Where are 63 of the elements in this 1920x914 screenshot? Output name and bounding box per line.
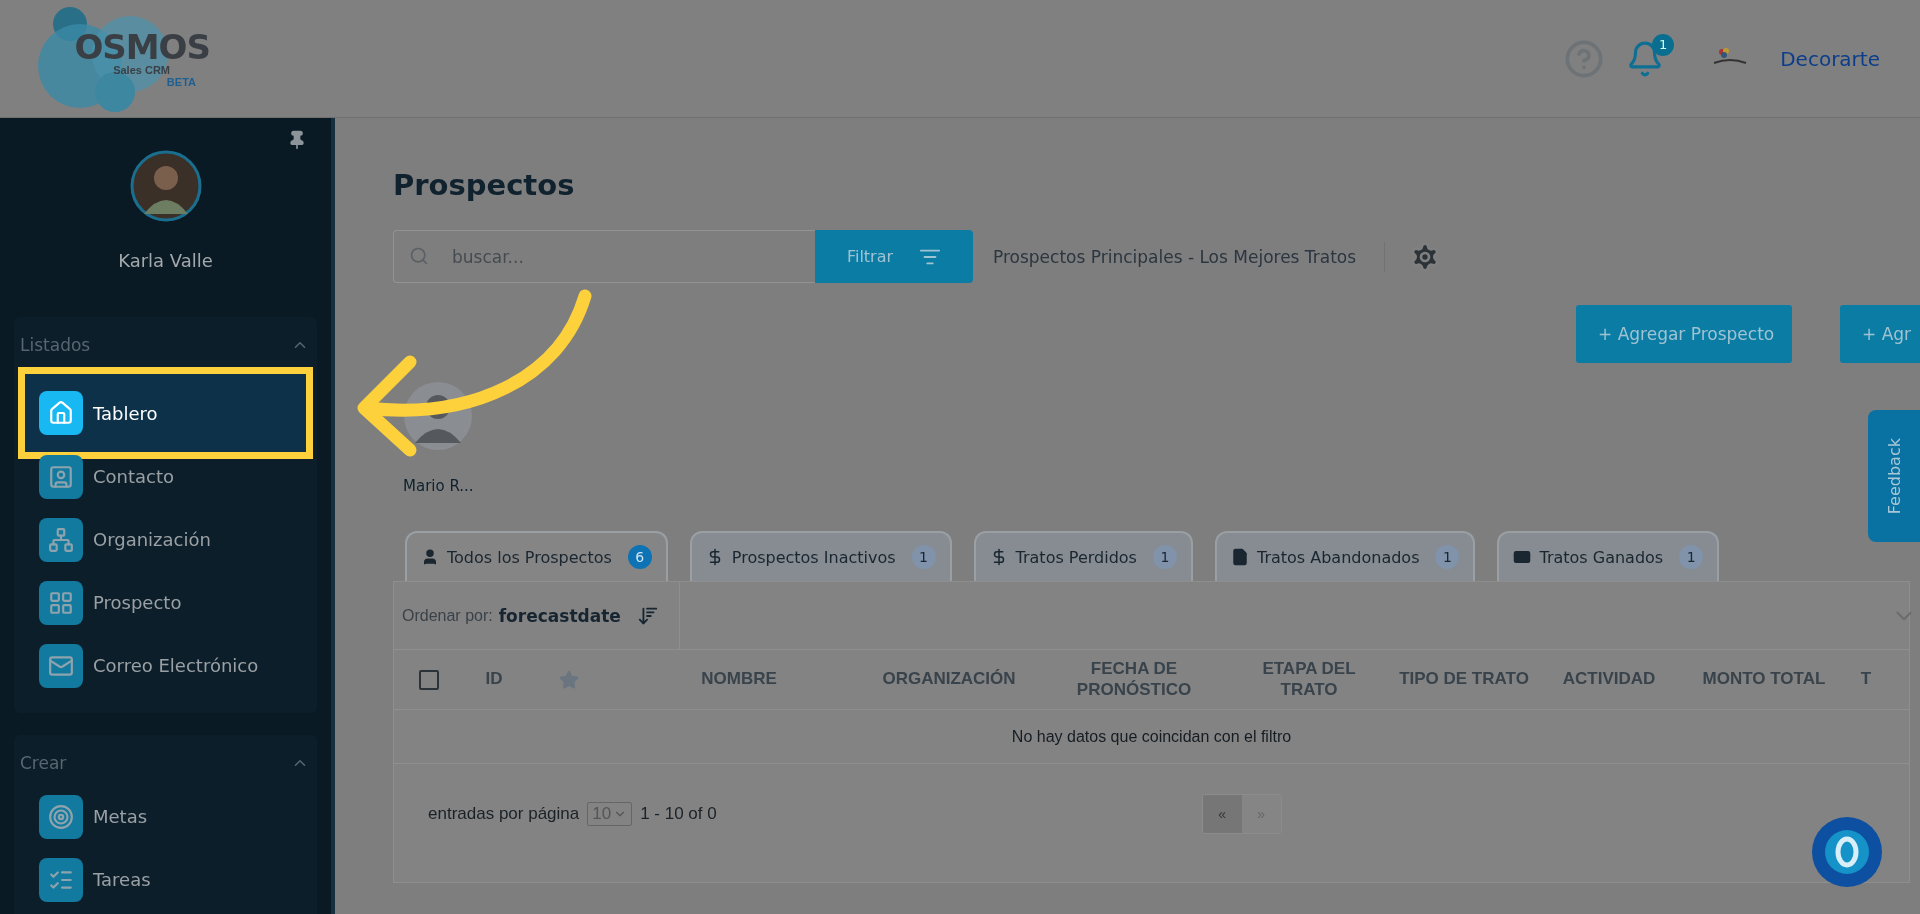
- select-all-checkbox[interactable]: [419, 669, 439, 690]
- tab-count: 1: [911, 545, 936, 569]
- org-chart-icon: [39, 517, 83, 562]
- search-icon: [409, 246, 429, 266]
- tab-count: 1: [1435, 545, 1460, 569]
- home-icon: [39, 391, 83, 435]
- logo-subtitle: Sales CRM: [113, 63, 170, 76]
- tab[interactable]: Tratos Perdidos 1: [973, 531, 1193, 581]
- company-name[interactable]: Decorarte: [1780, 46, 1880, 71]
- empty-message: No hay datos que coincidan con el filtro: [1011, 727, 1292, 746]
- column-header[interactable]: MONTO TOTAL: [1702, 669, 1826, 690]
- checklist-icon: [39, 857, 83, 902]
- add-button[interactable]: + Agregar Prospecto: [1576, 305, 1792, 363]
- sidebar-item[interactable]: Correo Electrónico: [25, 634, 306, 697]
- star-icon[interactable]: [559, 669, 579, 690]
- column-header[interactable]: FECHA DE PRONÓSTICO: [1034, 659, 1234, 700]
- pin-icon[interactable]: [287, 130, 307, 150]
- column-header[interactable]: ID: [485, 669, 503, 690]
- page-size-label: entradas por página: [428, 804, 580, 824]
- column-header[interactable]: ACTIVIDAD: [1562, 669, 1656, 690]
- page-title: Prospectos: [393, 168, 576, 202]
- column-header[interactable]: ETAPA DEL TRATO: [1234, 659, 1384, 700]
- add-button[interactable]: + Agr: [1840, 305, 1920, 363]
- user-name: Karla Valle: [118, 250, 213, 271]
- target-icon: [39, 794, 83, 839]
- tab[interactable]: Tratos Abandonados 1: [1214, 531, 1476, 581]
- sidebar-item[interactable]: Organización: [25, 508, 306, 571]
- tab[interactable]: Prospectos Inactivos 1: [689, 531, 952, 581]
- owner-avatar[interactable]: [403, 381, 474, 451]
- tab-count: 6: [627, 545, 652, 569]
- user-icon: [421, 548, 439, 566]
- column-header[interactable]: NOMBRE: [701, 669, 777, 690]
- chat-launcher-icon[interactable]: [1811, 816, 1883, 888]
- section-title: Listados: [20, 335, 91, 355]
- beta-label: BETA: [166, 75, 196, 88]
- contact-card-icon: [39, 454, 83, 499]
- mail-icon: [39, 643, 83, 688]
- section-title: Crear: [20, 753, 67, 773]
- logo-name: OSMOS: [74, 29, 210, 64]
- sort-label: Ordenar por:: [402, 606, 493, 625]
- page-range: 1 - 10 of 0: [640, 804, 717, 824]
- tab-count: 1: [1679, 545, 1704, 569]
- tab[interactable]: Todos los Prospectos 6: [405, 531, 668, 581]
- column-header[interactable]: T: [1860, 669, 1872, 690]
- search-field[interactable]: buscar...: [393, 230, 815, 283]
- view-name[interactable]: Prospectos Principales - Los Mejores Tratos: [993, 241, 1386, 272]
- sidebar-item[interactable]: Metas: [25, 785, 306, 848]
- feedback-tab[interactable]: Feedback: [1868, 410, 1920, 542]
- owner-name: Mario R...: [403, 477, 474, 495]
- sort-field[interactable]: forecastdate: [498, 605, 621, 626]
- column-header[interactable]: TIPO DE TRATO: [1399, 669, 1529, 690]
- card-icon: [1513, 548, 1532, 566]
- document-icon: [1230, 548, 1249, 566]
- column-header[interactable]: ORGANIZACIÓN: [882, 669, 1016, 690]
- sidebar-item[interactable]: Tareas: [25, 848, 306, 911]
- page-button[interactable]: «: [1202, 795, 1242, 833]
- sidebar-item[interactable]: Tablero: [25, 374, 306, 452]
- sidebar-item[interactable]: Prospecto: [25, 571, 306, 634]
- tab[interactable]: Tratos Ganados 1: [1497, 531, 1720, 581]
- grid-icon: [39, 580, 83, 625]
- filter-button[interactable]: Filtrar: [815, 230, 973, 283]
- tab-count: 1: [1152, 545, 1177, 569]
- notification-count: 1: [1652, 33, 1675, 56]
